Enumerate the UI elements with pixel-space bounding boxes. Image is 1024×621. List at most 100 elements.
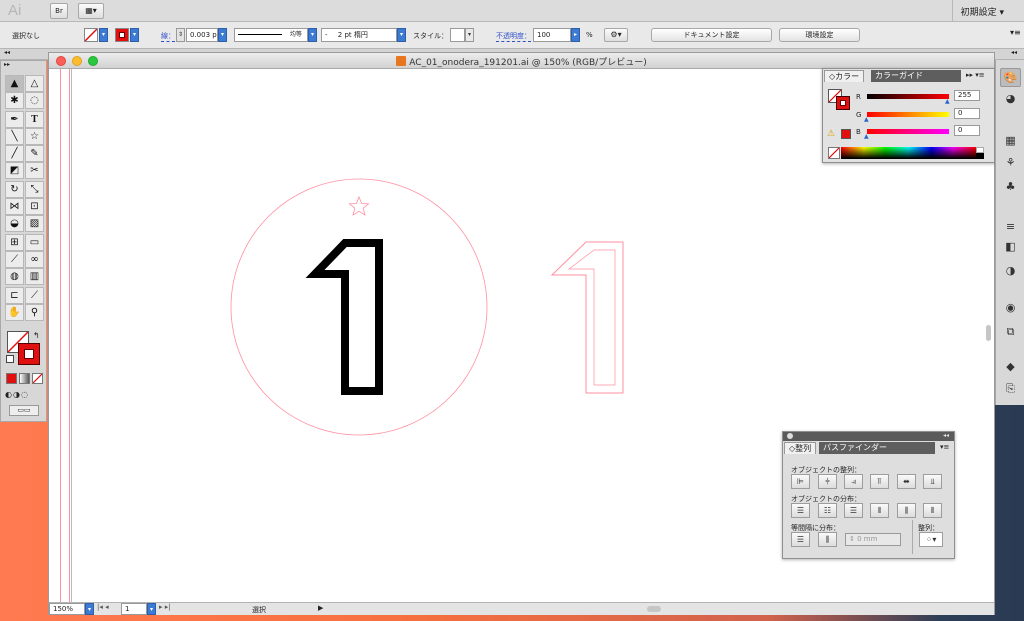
lasso-tool-icon[interactable]: ◌ — [25, 92, 44, 109]
gradient-mode-icon[interactable] — [19, 373, 30, 384]
type-tool-icon[interactable]: T — [25, 111, 44, 128]
tools-collapse-icon[interactable]: ▸▸ — [4, 61, 10, 68]
none-color-icon[interactable] — [828, 147, 840, 159]
distribute-right-icon[interactable]: ⫴ — [923, 503, 942, 518]
gradient-icon[interactable]: ◧ — [1003, 240, 1018, 253]
color-guide-icon[interactable]: ◕ — [1003, 92, 1018, 105]
warning-icon[interactable]: ⚠ — [827, 129, 837, 139]
variable-width-profile[interactable]: 均等 — [234, 28, 308, 42]
layers-icon[interactable]: ◆ — [1003, 360, 1018, 373]
profile-dropdown[interactable]: ▾ — [308, 28, 317, 42]
control-menu-icon[interactable]: ▾≡ — [1010, 28, 1021, 37]
symbol-sprayer-tool-icon[interactable]: ◍ — [5, 268, 24, 285]
artboard-number-field[interactable]: 1 — [121, 603, 147, 615]
stroke-weight-field[interactable]: 0.003 p — [186, 28, 218, 42]
blend-tool-icon[interactable]: ∞ — [25, 251, 44, 268]
align-vcenter-icon[interactable]: ⬌ — [897, 474, 916, 489]
scissors-tool-icon[interactable]: ✂ — [25, 162, 44, 179]
g-slider-thumb[interactable]: ▲ — [864, 116, 869, 123]
stroke-icon[interactable]: ≡ — [1003, 220, 1018, 233]
tab-align[interactable]: ◇整列 — [784, 442, 817, 454]
brush-definition[interactable]: - 2 pt 楕円 — [321, 28, 397, 42]
align-left-icon[interactable]: ⊫ — [791, 474, 810, 489]
close-panel-button[interactable] — [787, 433, 793, 439]
distribute-vspace-icon[interactable]: ☰ — [791, 532, 810, 547]
tab-pathfinder[interactable]: パスファインダー — [819, 442, 935, 454]
workspace-switcher[interactable]: 初期設定 ▾ — [961, 5, 1004, 18]
distribute-hcenter-icon[interactable]: ⫼ — [897, 503, 916, 518]
tool-stroke-swatch[interactable] — [18, 343, 40, 365]
panel-menu-icon[interactable]: ▸▸ ▾≡ — [966, 71, 985, 79]
zoom-field[interactable]: 150% — [49, 603, 85, 615]
stroke-stepper[interactable]: ⇕ — [176, 28, 185, 42]
status-text[interactable]: 選択 — [252, 605, 266, 615]
screen-mode-icon[interactable]: ▭▭ — [9, 405, 39, 416]
r-slider-thumb[interactable]: ▲ — [945, 98, 950, 105]
collapse-icon[interactable]: ◂◂ — [943, 432, 949, 439]
color-stroke-swatch[interactable] — [836, 96, 850, 110]
recolor-button[interactable]: ⚙▾ — [604, 28, 628, 42]
collapse-left-icon[interactable]: ◂◂ — [4, 49, 10, 56]
stroke-weight-dropdown[interactable]: ▾ — [218, 28, 227, 42]
fill-dropdown[interactable]: ▾ — [99, 28, 108, 42]
b-slider-thumb[interactable]: ▲ — [864, 133, 869, 140]
r-value-field[interactable]: 255 — [954, 90, 980, 101]
drawing-modes-icon[interactable]: ◐◑◌ — [5, 389, 43, 400]
distribute-top-icon[interactable]: ☰ — [791, 503, 810, 518]
color-mode-icon[interactable] — [6, 373, 17, 384]
stroke-dropdown[interactable]: ▾ — [130, 28, 139, 42]
width-tool-icon[interactable]: ⋈ — [5, 198, 24, 215]
none-mode-icon[interactable] — [32, 373, 43, 384]
brush-dropdown[interactable]: ▾ — [397, 28, 406, 42]
b-slider[interactable] — [867, 129, 949, 134]
document-setup-button[interactable]: ドキュメント設定 — [651, 28, 772, 42]
opacity-label[interactable]: 不透明度： — [496, 31, 531, 42]
color-panel-dock-button[interactable]: 🎨 — [1000, 68, 1021, 87]
first-artboard-icon[interactable]: |◂ ◂ — [97, 603, 109, 611]
vertical-scrollbar[interactable] — [986, 325, 991, 341]
distribute-hspace-icon[interactable]: ⫼ — [818, 532, 837, 547]
distribute-vcenter-icon[interactable]: ☷ — [818, 503, 837, 518]
star-tool-icon[interactable]: ☆ — [25, 128, 44, 145]
artboard-tool-icon[interactable]: ⊏ — [5, 287, 24, 304]
align-to-selector[interactable]: ⁘▾ — [919, 532, 943, 547]
g-slider[interactable] — [867, 112, 949, 117]
zoom-dropdown[interactable]: ▾ — [85, 603, 94, 615]
eyedropper-tool-icon[interactable]: ⟋ — [5, 251, 24, 268]
status-menu-icon[interactable]: ▶ — [318, 604, 323, 612]
g-value-field[interactable]: 0 — [954, 108, 980, 119]
graphic-styles-icon[interactable]: ⧉ — [1003, 325, 1018, 338]
stroke-label[interactable]: 線： — [161, 31, 175, 42]
web-safe-swatch[interactable] — [841, 129, 851, 139]
artboards-icon[interactable]: ⎘ — [1003, 382, 1018, 395]
hand-tool-icon[interactable]: ✋ — [5, 304, 24, 321]
b-value-field[interactable]: 0 — [954, 125, 980, 136]
align-right-icon[interactable]: ⫣ — [844, 474, 863, 489]
style-dropdown[interactable]: ▾ — [465, 28, 474, 42]
distribute-left-icon[interactable]: ⫴ — [870, 503, 889, 518]
swap-icon[interactable]: ↰ — [33, 331, 40, 340]
horizontal-scrollbar[interactable] — [647, 606, 661, 612]
perspective-grid-tool-icon[interactable]: ▨ — [25, 215, 44, 232]
preferences-button[interactable]: 環境設定 — [779, 28, 860, 42]
spacing-field[interactable]: ⇕ 0 mm — [845, 533, 901, 546]
paintbrush-tool-icon[interactable]: ╱ — [5, 145, 24, 162]
transparency-icon[interactable]: ◑ — [1003, 264, 1018, 277]
r-slider[interactable] — [867, 94, 949, 99]
shape-builder-tool-icon[interactable]: ◒ — [5, 215, 24, 232]
slice-tool-icon[interactable]: ⟋ — [25, 287, 44, 304]
pencil-tool-icon[interactable]: ✎ — [25, 145, 44, 162]
default-colors-icon[interactable] — [6, 355, 14, 363]
artboard-dropdown[interactable]: ▾ — [147, 603, 156, 615]
column-graph-tool-icon[interactable]: ▥ — [25, 268, 44, 285]
collapse-right-icon[interactable]: ◂◂ — [1011, 49, 1017, 56]
swatches-icon[interactable]: ▦ — [1003, 134, 1018, 147]
opacity-field[interactable]: 100 — [533, 28, 571, 42]
align-bottom-icon[interactable]: ⫫ — [923, 474, 942, 489]
align-menu-icon[interactable]: ▾≡ — [940, 443, 949, 451]
mesh-tool-icon[interactable]: ⊞ — [5, 234, 24, 251]
align-hcenter-icon[interactable]: ⫩ — [818, 474, 837, 489]
graphic-style-swatch[interactable] — [450, 28, 465, 42]
blob-brush-tool-icon[interactable]: ◩ — [5, 162, 24, 179]
black-swatch[interactable] — [976, 153, 984, 159]
